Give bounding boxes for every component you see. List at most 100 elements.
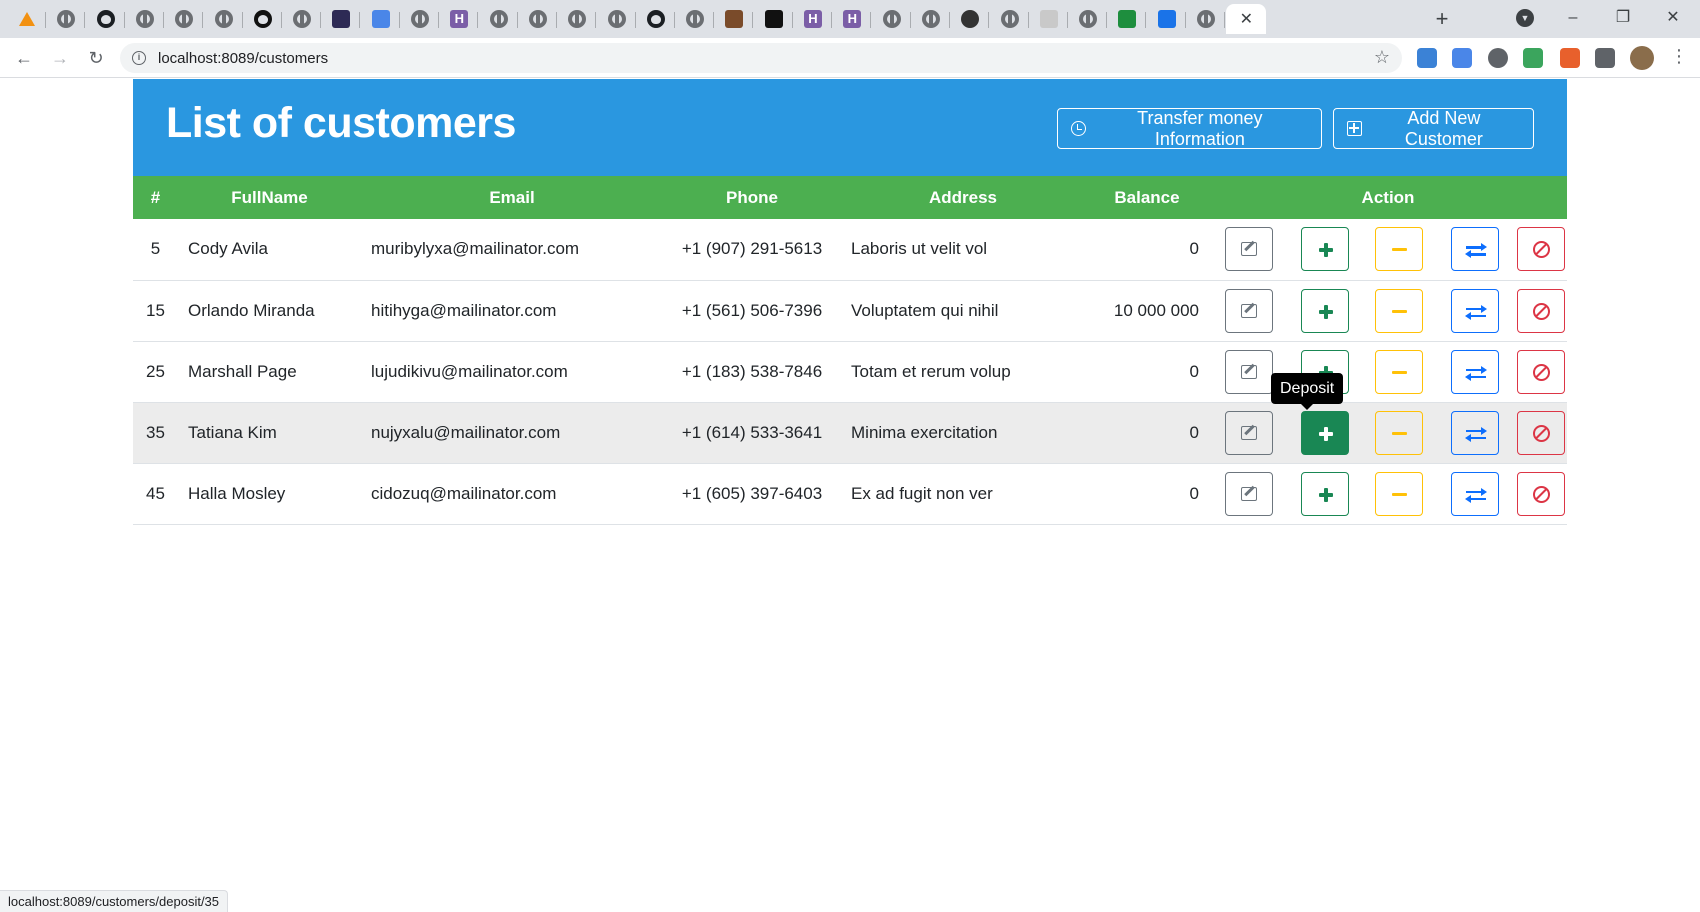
suspend-button[interactable] — [1516, 227, 1565, 272]
contacts-icon — [1157, 10, 1176, 28]
withdraw-button[interactable] — [1374, 410, 1423, 455]
browser-tab[interactable] — [755, 4, 793, 34]
address-bar[interactable]: i localhost:8089/customers ☆ — [120, 43, 1402, 73]
cell-id: 35 — [133, 402, 178, 464]
cell-phone: +1 (561) 506-7396 — [663, 280, 841, 342]
browser-tab[interactable] — [519, 4, 557, 34]
edit-button[interactable] — [1224, 410, 1273, 455]
back-icon[interactable]: ← — [12, 46, 36, 70]
browser-tab[interactable] — [480, 4, 518, 34]
tab-close-icon[interactable]: ✕ — [1240, 9, 1253, 29]
browser-tab[interactable] — [1148, 4, 1186, 34]
globe-icon — [293, 10, 312, 28]
suspend-button[interactable] — [1516, 410, 1565, 455]
browser-tab[interactable] — [283, 4, 322, 34]
transfer-button[interactable] — [1450, 227, 1499, 272]
reload-icon[interactable]: ↻ — [84, 46, 108, 70]
browser-tab[interactable] — [126, 4, 164, 34]
extension-off-icon[interactable] — [1560, 48, 1580, 68]
cell-fullname: Tatiana Kim — [178, 402, 361, 464]
browser-tab[interactable] — [322, 4, 361, 34]
extension-sync-icon[interactable] — [1488, 48, 1508, 68]
table-row: 45 Halla Mosley cidozuq@mailinator.com +1 (… — [133, 463, 1567, 525]
new-tab-button[interactable]: + — [1428, 6, 1456, 32]
browser-tab[interactable] — [991, 4, 1029, 34]
cell-fullname: Halla Mosley — [178, 463, 361, 525]
transfer-button[interactable] — [1450, 349, 1499, 394]
browser-tab[interactable] — [637, 4, 675, 34]
forward-icon[interactable]: → — [48, 46, 72, 70]
minus-icon — [1391, 309, 1407, 313]
minimize-icon[interactable]: – — [1550, 6, 1596, 30]
browser-tab[interactable]: H — [794, 4, 832, 34]
transfer-button[interactable] — [1450, 288, 1499, 333]
browser-tab[interactable]: H — [833, 4, 872, 34]
deposit-button[interactable] — [1301, 410, 1349, 455]
action-cell — [1209, 280, 1288, 342]
extension-ft-icon[interactable] — [1417, 48, 1437, 68]
browser-tab[interactable] — [1030, 4, 1068, 34]
withdraw-button[interactable] — [1374, 288, 1423, 333]
globe-icon — [921, 10, 940, 28]
deposit-button[interactable] — [1301, 471, 1349, 516]
add-customer-button[interactable]: Add New Customer — [1333, 108, 1534, 149]
extensions-puzzle-icon[interactable] — [1595, 48, 1615, 68]
tab-search-icon[interactable]: ▼ — [1516, 9, 1534, 27]
browser-tab[interactable] — [87, 4, 125, 34]
edit-icon — [1240, 242, 1257, 257]
transfer-arrows-icon — [1464, 243, 1487, 259]
transfer-button[interactable] — [1450, 471, 1499, 516]
browser-tab[interactable] — [558, 4, 597, 34]
browser-tab[interactable] — [1187, 4, 1225, 34]
hackmd-icon: H — [843, 10, 862, 28]
cell-balance: 0 — [1085, 402, 1209, 464]
browser-tab[interactable] — [1069, 4, 1108, 34]
suspend-button[interactable] — [1516, 288, 1565, 333]
browser-tab[interactable] — [205, 4, 243, 34]
table-row: 15 Orlando Miranda hitihyga@mailinator.com… — [133, 280, 1567, 342]
browser-tab[interactable] — [951, 4, 990, 34]
browser-tab[interactable] — [165, 4, 204, 34]
table-row: 35 Tatiana Kim nujyxalu@mailinator.com +1 (… — [133, 402, 1567, 464]
withdraw-button[interactable] — [1374, 349, 1423, 394]
active-tab[interactable]: ✕ — [1226, 4, 1267, 34]
browser-tab[interactable] — [1108, 4, 1147, 34]
browser-tab[interactable] — [912, 4, 950, 34]
cell-email: nujyxalu@mailinator.com — [361, 402, 663, 464]
browser-tab[interactable] — [715, 4, 754, 34]
browser-tab[interactable] — [873, 4, 911, 34]
withdraw-button[interactable] — [1374, 471, 1423, 516]
globe-icon — [528, 10, 547, 28]
extension-color-icon[interactable] — [1523, 48, 1543, 68]
browser-tab[interactable] — [676, 4, 715, 34]
globe-icon — [1000, 10, 1019, 28]
browser-tab[interactable] — [8, 4, 46, 34]
suspend-button[interactable] — [1516, 349, 1565, 394]
site-info-icon[interactable]: i — [132, 51, 146, 65]
edit-button[interactable] — [1224, 227, 1273, 272]
browser-tab[interactable] — [598, 4, 636, 34]
close-window-icon[interactable]: ✕ — [1650, 6, 1696, 30]
deposit-button[interactable] — [1301, 227, 1349, 272]
edit-button[interactable] — [1224, 288, 1273, 333]
profile-avatar[interactable] — [1630, 46, 1654, 70]
column-header-email: Email — [361, 176, 663, 219]
extension-translate-icon[interactable] — [1452, 48, 1472, 68]
action-cell — [1435, 402, 1514, 464]
browser-tab[interactable] — [47, 4, 86, 34]
browser-tab[interactable] — [362, 4, 400, 34]
suspend-button[interactable] — [1516, 471, 1565, 516]
ban-icon — [1532, 424, 1550, 442]
restore-icon[interactable]: ❐ — [1600, 6, 1646, 30]
deposit-button[interactable] — [1301, 288, 1349, 333]
transfer-info-button[interactable]: Transfer money Information — [1057, 108, 1322, 149]
browser-tab[interactable]: H — [440, 4, 479, 34]
transfer-button[interactable] — [1450, 410, 1499, 455]
browser-tab[interactable] — [244, 4, 282, 34]
browser-menu-icon[interactable]: ⋮ — [1670, 46, 1688, 67]
edit-button[interactable] — [1224, 471, 1273, 516]
withdraw-button[interactable] — [1374, 227, 1423, 272]
edit-button[interactable] — [1224, 349, 1273, 394]
browser-tab[interactable] — [401, 4, 439, 34]
bookmark-star-icon[interactable]: ☆ — [1374, 47, 1390, 68]
